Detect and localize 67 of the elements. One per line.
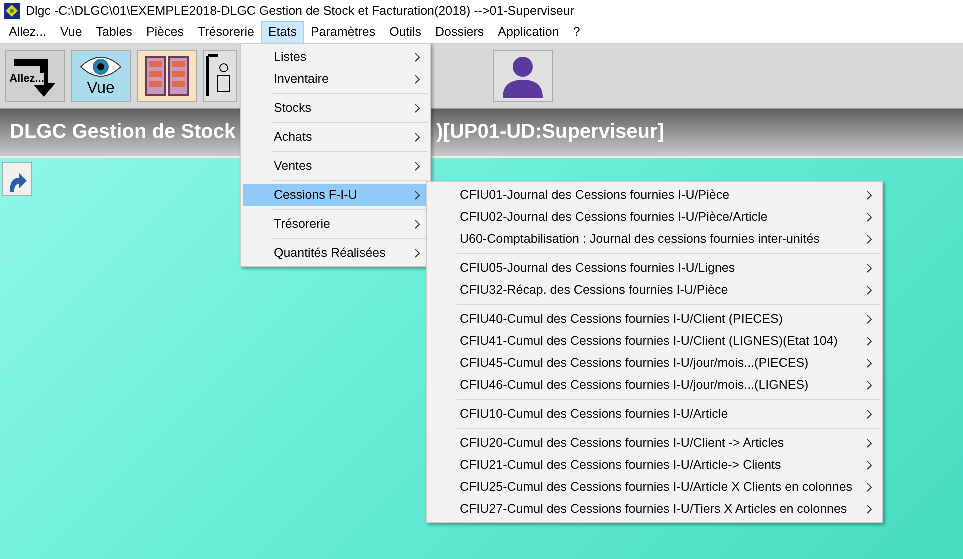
menu-item[interactable]: CFIU10-Cumul des Cessions fournies I-U/Article <box>429 403 880 425</box>
eye-icon <box>79 54 123 80</box>
banner-user: )[UP01-UD:Superviseur] <box>436 121 664 144</box>
chevron-right-icon <box>415 74 420 84</box>
chevron-right-icon <box>867 264 872 272</box>
chevron-right-icon <box>867 438 872 448</box>
cabinet-icon <box>144 55 190 97</box>
chevron-right-icon <box>867 212 872 222</box>
menu-bar-item[interactable]: Application <box>491 21 566 44</box>
menu-bar-item[interactable]: Outils <box>382 21 429 44</box>
chevron-right-icon <box>867 410 872 418</box>
chevron-right-icon <box>415 248 420 258</box>
app-icon <box>4 3 20 19</box>
vue-button[interactable]: Vue <box>71 50 131 102</box>
chevron-right-icon <box>867 358 872 368</box>
chevron-right-icon <box>415 104 420 112</box>
menu-item[interactable]: CFIU01-Journal des Cessions fournies I-U/Pièce <box>429 184 880 206</box>
chevron-right-icon <box>867 336 872 346</box>
chevron-right-icon <box>415 162 420 170</box>
menu-item[interactable]: Achats <box>243 126 428 148</box>
menu-bar-item[interactable]: Trésorerie <box>190 21 262 44</box>
chevron-right-icon <box>415 52 420 62</box>
menu-bar-item[interactable]: Pièces <box>139 21 191 44</box>
chevron-right-icon <box>867 380 872 390</box>
person-button[interactable] <box>203 50 237 102</box>
chevron-right-icon <box>415 190 420 200</box>
menu-item[interactable]: Trésorerie <box>243 213 428 235</box>
chevron-right-icon <box>867 314 872 324</box>
menu-bar-item[interactable]: Paramètres <box>304 21 383 44</box>
chevron-right-icon <box>867 286 872 294</box>
menu-item[interactable]: CFIU40-Cumul des Cessions fournies I-U/Client (PIECES) <box>429 308 880 330</box>
menu-bar-item[interactable]: Vue <box>54 21 90 44</box>
menu-item[interactable]: Ventes <box>243 155 428 177</box>
menu-item[interactable]: CFIU05-Journal des Cessions fournies I-U/Lignes <box>429 257 880 279</box>
menu-item[interactable]: CFIU41-Cumul des Cessions fournies I-U/Client (LIGNES)(Etat 104) <box>429 330 880 352</box>
menu-item[interactable]: CFIU20-Cumul des Cessions fournies I-U/Client -> Articles <box>429 432 880 454</box>
banner-title: DLGC Gestion de Stock <box>10 121 236 144</box>
menu-bar-item[interactable]: Etats <box>261 21 304 44</box>
allez-button[interactable]: Allez... <box>5 50 65 102</box>
chevron-right-icon <box>867 190 872 200</box>
menu-item[interactable]: U60-Comptabilisation : Journal des cessions fournies inter-unités <box>429 228 880 250</box>
shortcut-button[interactable] <box>2 162 32 196</box>
menu-item[interactable]: CFIU32-Récap. des Cessions fournies I-U/Pièce <box>429 279 880 301</box>
menu-item[interactable]: CFIU21-Cumul des Cessions fournies I-U/Article-> Clients <box>429 454 880 476</box>
menu-item[interactable]: CFIU25-Cumul des Cessions fournies I-U/Article X Clients en colonnes <box>429 476 880 498</box>
chevron-right-icon <box>415 132 420 142</box>
menu-bar-item[interactable]: Allez... <box>2 21 54 44</box>
chevron-right-icon <box>867 234 872 244</box>
menu-bar-item[interactable]: Dossiers <box>428 21 492 44</box>
chevron-right-icon <box>867 482 872 492</box>
grid-button[interactable] <box>137 50 197 102</box>
menu-item[interactable]: CFIU45-Cumul des Cessions fournies I-U/jour/mois...(PIECES) <box>429 352 880 374</box>
chevron-right-icon <box>867 504 872 514</box>
menu-item[interactable]: CFIU02-Journal des Cessions fournies I-U/Pièce/Article <box>429 206 880 228</box>
curved-arrow-icon <box>7 170 27 192</box>
menu-item[interactable]: CFIU27-Cumul des Cessions fournies I-U/Tiers X Articles en colonnes <box>429 498 880 520</box>
menu-item[interactable]: Listes <box>243 46 428 68</box>
menu-item[interactable]: Quantités Réalisées <box>243 242 428 264</box>
menu-item[interactable]: Stocks <box>243 97 428 119</box>
menu-item[interactable]: Inventaire <box>243 68 428 90</box>
chevron-right-icon <box>415 220 420 228</box>
menu-item[interactable]: Cessions F-I-U <box>243 184 428 206</box>
chevron-right-icon <box>867 460 872 470</box>
window-title: Dlgc -C:\DLGC\01\EXEMPLE2018-DLGC Gestion de Stock et Facturation(2018) -->01-Superviseur <box>26 4 575 18</box>
menu-bar-item[interactable]: ? <box>566 21 588 44</box>
menu-bar-item[interactable]: Tables <box>89 21 140 44</box>
menu-item[interactable]: CFIU46-Cumul des Cessions fournies I-U/jour/mois...(LIGNES) <box>429 374 880 396</box>
